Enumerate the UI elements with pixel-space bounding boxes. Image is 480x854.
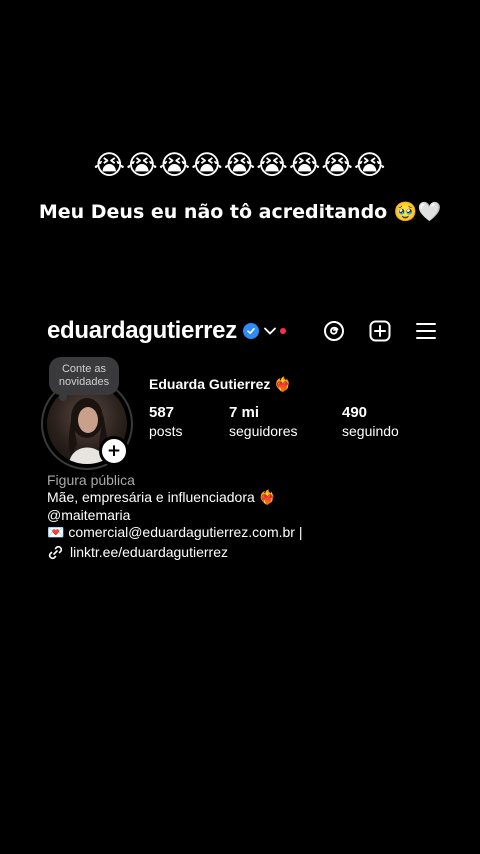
video-caption: Meu Deus eu não tô acreditando 🥹🤍	[38, 201, 442, 223]
stat-label: posts	[149, 423, 183, 439]
stat-value: 587	[149, 404, 175, 421]
notification-dot	[279, 328, 286, 334]
stat-value: 490	[342, 404, 368, 421]
bio-email: 💌 comercial@eduardagutierrez.com.br |	[47, 524, 303, 540]
header-actions	[323, 320, 437, 342]
profile-header: eduardagutierrez	[47, 314, 437, 348]
profile-category: Figura pública	[47, 472, 135, 488]
username[interactable]: eduardagutierrez	[47, 317, 237, 345]
chevron-down-icon[interactable]	[264, 327, 276, 335]
stat-value: 7 mi	[229, 404, 260, 421]
verified-badge-icon	[242, 323, 259, 339]
note-bubble[interactable]: Conte as novidades	[49, 357, 119, 395]
stat-label: seguindo	[342, 423, 399, 439]
add-story-button[interactable]: +	[99, 436, 129, 466]
link-text: linktr.ee/eduardagutierrez	[70, 544, 228, 560]
bio-link[interactable]: linktr.ee/eduardagutierrez	[47, 543, 228, 561]
stat-label: seguidores	[229, 423, 298, 439]
link-icon	[47, 544, 64, 561]
stat-posts[interactable]: 587 posts	[149, 404, 182, 440]
stat-followers[interactable]: 7 mi seguidores	[229, 404, 298, 440]
hamburger-menu-icon[interactable]	[415, 320, 437, 342]
display-name: Eduarda Gutierrez ❤️‍🔥	[149, 376, 292, 392]
bio-mention[interactable]: @maitemaria	[47, 506, 130, 524]
plus-square-icon[interactable]	[369, 320, 391, 342]
note-bubble-tail	[59, 393, 67, 401]
stat-following[interactable]: 490 seguindo	[342, 404, 399, 440]
emoji-overlay: 😭😭😭😭😭😭😭😭😭	[93, 150, 387, 181]
threads-icon[interactable]	[323, 320, 345, 342]
bio-line: Mãe, empresária e influenciadora ❤️‍🔥	[47, 489, 277, 505]
